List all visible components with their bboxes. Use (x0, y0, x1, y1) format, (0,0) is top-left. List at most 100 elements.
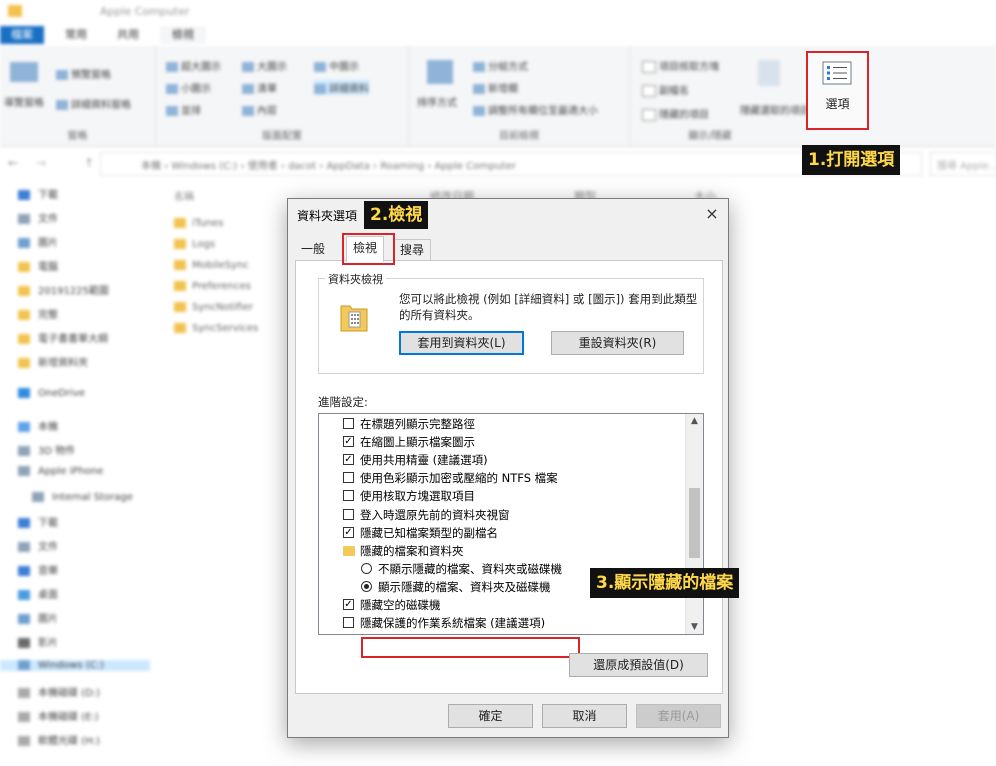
nav-item[interactable]: Apple iPhone (18, 466, 103, 477)
nav-item-label: 桌面 (38, 590, 58, 601)
view-tab-panel: 資料夾檢視 您可以將此檢視 (例如 [詳細資料] 或 [圖示]) 套用到此類型的… (295, 260, 723, 694)
file-row[interactable]: MobileSync (174, 260, 249, 271)
nav-item[interactable]: 本機 (18, 418, 58, 433)
forward-icon[interactable]: → (36, 156, 46, 170)
scroll-down-icon[interactable]: ▼ (686, 622, 703, 632)
nav-item-label: 完整 (38, 310, 58, 321)
ok-button[interactable]: 確定 (448, 704, 533, 728)
ribbon-item[interactable]: 內容 (242, 102, 277, 117)
nav-item[interactable]: 本機磁碟 (D:) (18, 684, 100, 699)
ribbon-item[interactable]: 並排 (166, 102, 201, 117)
up-icon[interactable]: ↑ (84, 156, 94, 170)
ribbon-item[interactable]: 小圖示 (166, 80, 211, 95)
nav-item-label: 本機磁碟 (D:) (38, 688, 101, 699)
ribbon-item[interactable]: 詳細資料窗格 (56, 96, 131, 111)
ribbon-item[interactable]: 大圖示 (242, 58, 287, 73)
ribbon-item[interactable]: 導覽窗格 (4, 94, 44, 109)
callout-step2: 2.檢視 (364, 201, 429, 229)
nav-item[interactable]: 音樂 (18, 562, 58, 577)
checkbox-icon[interactable] (343, 418, 354, 429)
tab-search[interactable]: 搜尋 (393, 239, 432, 260)
column-header-name[interactable]: 名稱 (174, 188, 194, 203)
option-label: 顯示隱藏的檔案、資料夾及磁碟機 (378, 579, 551, 594)
ribbon-item[interactable]: 隱藏的項目 (642, 106, 709, 121)
nav-item[interactable]: 本機磁碟 (E:) (18, 708, 99, 723)
nav-item[interactable]: 下載 (18, 514, 58, 529)
ribbon-item[interactable]: 超大圖示 (166, 58, 221, 73)
file-row[interactable]: Logs (174, 239, 215, 250)
nav-item[interactable]: 3D 物件 (18, 442, 75, 457)
radio-icon[interactable] (361, 562, 372, 574)
ribbon-item[interactable]: 排序方式 (417, 94, 457, 109)
folder-views-legend: 資料夾檢視 (325, 271, 386, 287)
nav-item[interactable]: 桌面 (18, 586, 58, 601)
checkbox-checked-icon[interactable]: ✓ (343, 526, 354, 538)
nav-item[interactable]: OneDrive (18, 388, 85, 399)
folder-icon (174, 302, 186, 312)
tab-file[interactable]: 檔案 (0, 26, 44, 44)
ribbon-item[interactable]: 預覽窗格 (56, 66, 111, 81)
nav-item[interactable]: 20191225範圍 (18, 282, 109, 297)
nav-item[interactable]: 圖片 (18, 610, 58, 625)
search-input[interactable]: 搜尋 Apple... (930, 152, 996, 176)
folder-icon (343, 545, 355, 556)
option-label: 不顯示隱藏的檔案、資料夾或磁碟機 (378, 561, 562, 576)
checkbox-icon[interactable] (343, 472, 354, 484)
nav-item-label: 新增資料夾 (38, 358, 88, 369)
nav-item-label: 本機磁碟 (E:) (38, 712, 99, 723)
checkbox-icon[interactable] (343, 617, 354, 629)
tab-home[interactable]: 常用 (56, 26, 96, 44)
nav-item[interactable]: 文件 (18, 210, 58, 225)
checkbox-checked-icon[interactable]: ✓ (343, 454, 354, 466)
ribbon-item[interactable]: 中圖示 (314, 58, 359, 73)
close-icon[interactable]: × (702, 204, 722, 224)
back-icon[interactable]: ← (8, 156, 18, 170)
ribbon-item[interactable]: 詳細資料 (314, 80, 369, 95)
nav-item[interactable]: 軟體光碟 (H:) (18, 732, 100, 747)
file-row[interactable]: SyncNotifier (174, 302, 253, 313)
advanced-settings-list[interactable]: 在標題列顯示完整路徑 ✓ 在縮圖上顯示檔案圖示 ✓ 使用共用精靈 (建議選項) 使用色彩顯… (318, 413, 704, 635)
nav-item[interactable]: 電腦 (18, 258, 58, 273)
nav-item[interactable]: 影片 (18, 634, 58, 649)
apply-button[interactable]: 套用(A) (636, 704, 721, 728)
radio-selected-icon[interactable] (361, 580, 372, 592)
ribbon-item[interactable]: 副檔名 (642, 82, 689, 97)
scrollbar[interactable]: ▲ ▼ (685, 414, 703, 634)
nav-item[interactable]: 圖片 (18, 234, 58, 249)
file-row[interactable]: Preferences (174, 281, 251, 292)
nav-item-icon (18, 590, 30, 600)
restore-defaults-button[interactable]: 還原成預設值(D) (569, 653, 708, 677)
tab-general[interactable]: 一般 (295, 239, 332, 259)
nav-item[interactable]: Windows (C:) (0, 660, 150, 671)
scrollbar-thumb[interactable] (689, 488, 700, 558)
ribbon-item[interactable]: 新增欄 (473, 80, 518, 95)
nav-item[interactable]: 完整 (18, 306, 58, 321)
ribbon-item[interactable]: 隱藏選取的項目 (740, 102, 810, 117)
ribbon-item[interactable]: 調整所有欄位至最適大小 (473, 102, 598, 117)
ribbon-group-layout: 超大圖示 大圖示 中圖示 小圖示 清單 詳細資料 並排 內容 版面配置 (156, 46, 409, 146)
apply-to-folders-button[interactable]: 套用到資料夾(L) (399, 331, 524, 355)
reset-folders-button[interactable]: 重設資料夾(R) (551, 331, 684, 355)
file-row[interactable]: SyncServices (174, 323, 258, 334)
checkbox-icon[interactable] (343, 508, 354, 520)
ribbon-item[interactable]: 項目核取方塊 (642, 58, 719, 73)
checkbox-icon[interactable] (343, 490, 354, 502)
ribbon-item[interactable]: 分組方式 (473, 58, 528, 73)
nav-item[interactable]: Internal Storage (32, 492, 133, 503)
tab-share[interactable]: 共用 (108, 26, 148, 44)
nav-item-icon (18, 736, 30, 746)
tab-view[interactable]: 檢視 (160, 26, 206, 44)
nav-item[interactable]: 文件 (18, 538, 58, 553)
ribbon-item[interactable]: 清單 (242, 80, 277, 95)
nav-item[interactable]: 電子書書單大綱 (18, 330, 108, 345)
scroll-up-icon[interactable]: ▲ (686, 416, 703, 426)
nav-item[interactable]: 下載 (18, 186, 58, 201)
folder-icon (174, 323, 186, 333)
cancel-button[interactable]: 取消 (542, 704, 627, 728)
file-row[interactable]: iTunes (174, 218, 223, 229)
checkbox-checked-icon[interactable]: ✓ (343, 599, 354, 610)
address-bar[interactable]: 本機 › Windows (C:) › 使用者 › dacot › AppDat… (100, 152, 922, 176)
nav-item[interactable]: 新增資料夾 (18, 354, 88, 369)
checkbox-checked-icon[interactable]: ✓ (343, 436, 354, 448)
options-button[interactable]: 選項 (806, 51, 869, 130)
